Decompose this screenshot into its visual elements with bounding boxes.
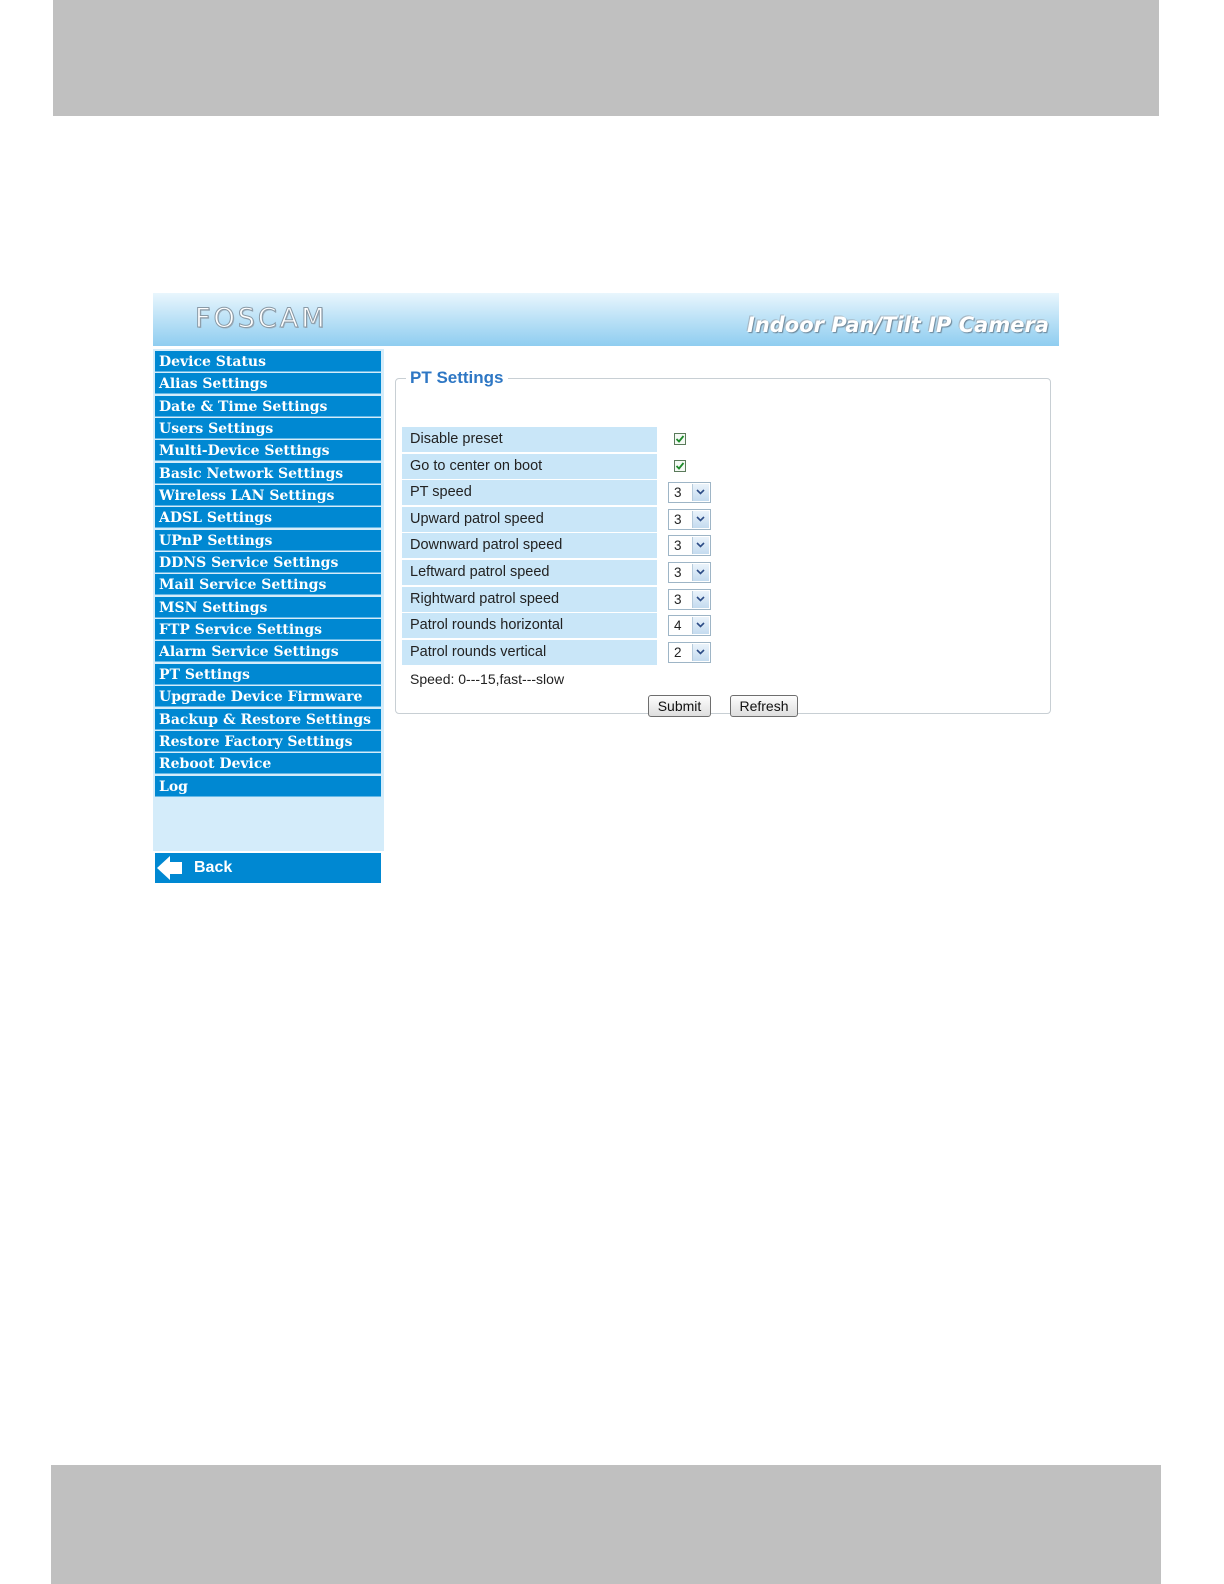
downward-patrol-speed-label: Downward patrol speed: [402, 533, 657, 559]
upward-patrol-speed-label: Upward patrol speed: [402, 506, 657, 532]
checkmark-icon: [675, 462, 685, 470]
submit-button[interactable]: Submit: [648, 695, 711, 717]
sidebar-item-wireless-lan-settings[interactable]: Wireless LAN Settings: [155, 485, 381, 507]
row-upward-patrol-speed: Upward patrol speed 3: [402, 506, 1042, 534]
rightward-patrol-speed-label: Rightward patrol speed: [402, 586, 657, 612]
row-patrol-rounds-vertical: Patrol rounds vertical 2: [402, 639, 1042, 667]
sidebar-menu: Device Status Alias Settings Date & Time…: [155, 351, 381, 798]
row-disable-preset: Disable preset: [402, 427, 1042, 454]
leftward-patrol-speed-select[interactable]: 3: [668, 561, 711, 583]
upward-patrol-speed-value: 3: [674, 511, 682, 527]
rightward-patrol-speed-select[interactable]: 3: [668, 588, 711, 610]
page-header-band: [53, 0, 1159, 116]
camera-web-ui: FOSCAM Indoor Pan/Tilt IP Camera Device …: [153, 293, 1059, 883]
patrol-rounds-horizontal-label: Patrol rounds horizontal: [402, 613, 657, 639]
sidebar-item-multi-device-settings[interactable]: Multi-Device Settings: [155, 440, 381, 462]
sidebar-item-ddns-service-settings[interactable]: DDNS Service Settings: [155, 552, 381, 574]
chevron-down-icon[interactable]: [692, 617, 709, 635]
back-button[interactable]: Back: [155, 853, 381, 883]
patrol-rounds-horizontal-value: 4: [674, 618, 682, 634]
pt-speed-value: 3: [674, 485, 682, 501]
row-patrol-rounds-horizontal: Patrol rounds horizontal 4: [402, 613, 1042, 640]
center-on-boot-checkbox[interactable]: [674, 459, 686, 472]
header-banner: FOSCAM Indoor Pan/Tilt IP Camera: [153, 293, 1059, 346]
chevron-down-icon[interactable]: [692, 484, 709, 502]
pt-settings-form: Disable preset Go to center on boot PT s…: [402, 427, 1042, 666]
sidebar-item-alarm-service-settings[interactable]: Alarm Service Settings: [155, 641, 381, 663]
sidebar-item-adsl-settings[interactable]: ADSL Settings: [155, 507, 381, 529]
row-downward-patrol-speed: Downward patrol speed 3: [402, 533, 1042, 560]
back-label: Back: [194, 859, 233, 876]
center-on-boot-label: Go to center on boot: [402, 453, 657, 479]
rightward-patrol-speed-value: 3: [674, 591, 682, 607]
pt-settings-title: PT Settings: [410, 368, 504, 387]
sidebar-item-restore-factory-settings[interactable]: Restore Factory Settings: [155, 730, 381, 752]
sidebar-item-alias-settings[interactable]: Alias Settings: [155, 373, 381, 395]
patrol-rounds-vertical-label: Patrol rounds vertical: [402, 639, 657, 665]
leftward-patrol-speed-label: Leftward patrol speed: [402, 559, 657, 585]
sidebar-item-log[interactable]: Log: [155, 775, 381, 797]
sidebar-item-ftp-service-settings[interactable]: FTP Service Settings: [155, 619, 381, 641]
row-center-on-boot: Go to center on boot: [402, 453, 1042, 481]
pt-settings-panel: PT Settings Disable preset Go to center …: [395, 368, 1051, 717]
page-footer-band: [51, 1465, 1161, 1584]
chevron-down-icon[interactable]: [692, 563, 709, 581]
chevron-down-icon[interactable]: [692, 510, 709, 528]
pt-speed-select[interactable]: 3: [668, 482, 711, 504]
sidebar-item-upgrade-device-firmware[interactable]: Upgrade Device Firmware: [155, 686, 381, 708]
chevron-down-icon[interactable]: [692, 590, 709, 608]
disable-preset-checkbox[interactable]: [674, 433, 686, 445]
patrol-rounds-vertical-value: 2: [674, 644, 682, 660]
refresh-button[interactable]: Refresh: [730, 695, 798, 717]
sidebar-item-reboot-device[interactable]: Reboot Device: [155, 753, 381, 775]
checkmark-icon: [675, 435, 685, 443]
sidebar-item-upnp-settings[interactable]: UPnP Settings: [155, 529, 381, 551]
product-title: Indoor Pan/Tilt IP Camera: [747, 313, 1049, 337]
disable-preset-label: Disable preset: [402, 427, 657, 452]
pt-speed-label: PT speed: [402, 480, 657, 506]
sidebar-item-date-time-settings[interactable]: Date & Time Settings: [155, 395, 381, 417]
sidebar-item-users-settings[interactable]: Users Settings: [155, 418, 381, 440]
back-arrow-icon: [157, 856, 182, 880]
upward-patrol-speed-select[interactable]: 3: [668, 508, 711, 530]
sidebar-item-mail-service-settings[interactable]: Mail Service Settings: [155, 574, 381, 596]
row-rightward-patrol-speed: Rightward patrol speed 3: [402, 586, 1042, 614]
downward-patrol-speed-select[interactable]: 3: [668, 535, 711, 557]
chevron-down-icon[interactable]: [692, 537, 709, 555]
chevron-down-icon[interactable]: [692, 643, 709, 661]
foscam-logo: FOSCAM: [195, 303, 328, 335]
form-actions: Submit Refresh: [402, 689, 1046, 723]
speed-hint: Speed: 0---15,fast---slow: [410, 671, 565, 687]
sidebar: Device Status Alias Settings Date & Time…: [153, 349, 384, 883]
sidebar-item-device-status[interactable]: Device Status: [155, 351, 381, 372]
row-leftward-patrol-speed: Leftward patrol speed 3: [402, 559, 1042, 587]
sidebar-item-pt-settings[interactable]: PT Settings: [155, 663, 381, 685]
leftward-patrol-speed-value: 3: [674, 564, 682, 580]
sidebar-item-basic-network-settings[interactable]: Basic Network Settings: [155, 462, 381, 484]
patrol-rounds-horizontal-select[interactable]: 4: [668, 615, 711, 637]
downward-patrol-speed-value: 3: [674, 538, 682, 554]
patrol-rounds-vertical-select[interactable]: 2: [668, 641, 711, 663]
sidebar-item-backup-restore-settings[interactable]: Backup & Restore Settings: [155, 708, 381, 730]
sidebar-item-msn-settings[interactable]: MSN Settings: [155, 596, 381, 618]
row-pt-speed: PT speed 3: [402, 480, 1042, 507]
